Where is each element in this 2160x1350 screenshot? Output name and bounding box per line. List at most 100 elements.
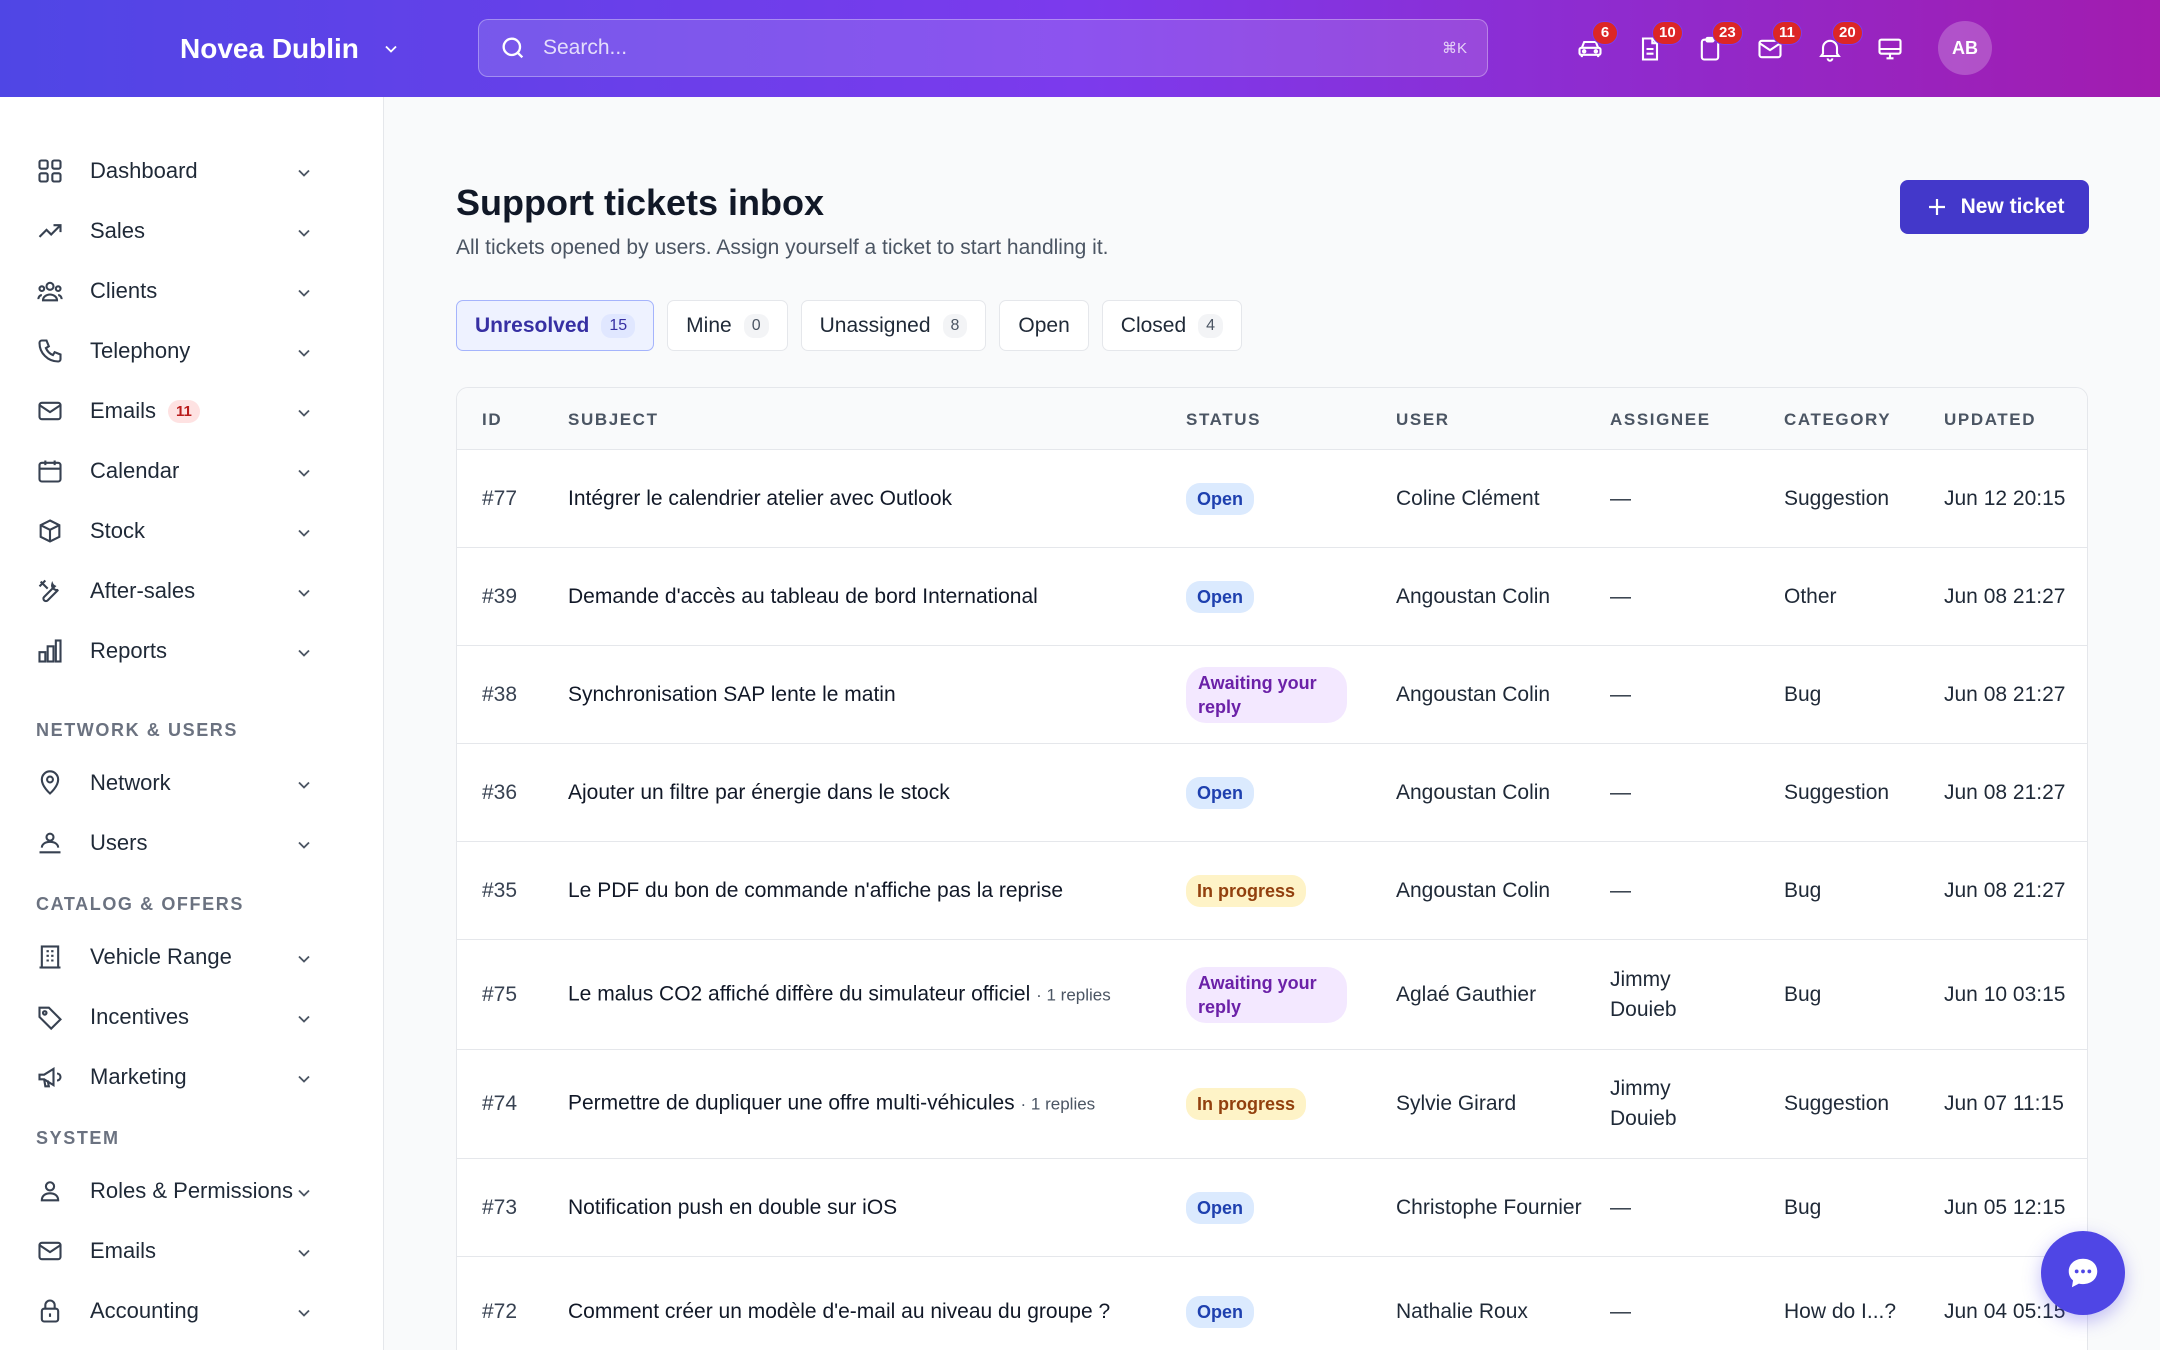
user-name[interactable]: Coline Clément [1396,484,1540,514]
workspace-switcher[interactable]: Novea Dublin [180,0,401,97]
sidebar-item-users[interactable]: Users [36,818,350,868]
column-header-status[interactable]: STATUS [1186,410,1261,430]
sidebar-item-after-sales[interactable]: After-sales [36,566,350,616]
updated-time: Jun 07 11:15 [1944,1092,2064,1115]
sidebar-item-marketing[interactable]: Marketing [36,1052,350,1102]
tab-open[interactable]: Open [999,300,1089,351]
ticket-subject-link[interactable]: Le PDF du bon de commande n'affiche pas … [568,879,1063,902]
ticket-subject-link[interactable]: Le malus CO2 affiché diffère du simulate… [568,982,1030,1005]
new-ticket-button[interactable]: New ticket [1900,180,2089,234]
column-header-updated[interactable]: UPDATED [1944,410,2036,430]
category-label: Suggestion [1784,1092,1890,1115]
status-badge: Open [1186,482,1255,515]
sidebar-item-label: Stock [90,518,146,543]
ticket-subject-link[interactable]: Demande d'accès au tableau de bord Inter… [568,585,1038,608]
ticket-subject-link[interactable]: Ajouter un filtre par énergie dans le st… [568,781,950,804]
chevron-down-icon [294,163,314,183]
assignee-name[interactable]: Jimmy Douieb [1610,1074,1720,1134]
search-bar[interactable]: ⌘K [478,19,1488,77]
table-row[interactable]: #35 Le PDF du bon de commande n'affiche p… [457,842,2087,940]
ticket-id: #39 [482,548,562,645]
ticket-subject-link[interactable]: Comment créer un modèle d'e-mail au nive… [568,1300,1110,1323]
column-header-assignee[interactable]: ASSIGNEE [1610,410,1711,430]
tab-label: Mine [686,313,732,337]
updated-time: Jun 08 21:27 [1944,584,2066,608]
wrench-icon [36,577,76,605]
ticket-category: Suggestion [1784,1050,1904,1158]
table-row[interactable]: #77 Intégrer le calendrier atelier avec O… [457,450,2087,548]
table-row[interactable]: #75 Le malus CO2 affiché diffère du simul… [457,940,2087,1050]
messages-button[interactable]: 11 [1740,19,1802,79]
ticket-id: #38 [482,646,562,743]
user-name[interactable]: Angoustan Colin [1396,680,1550,710]
tag-icon [36,1003,76,1031]
column-header-subject[interactable]: SUBJECT [568,410,659,430]
sidebar-item-system-emails[interactable]: Emails [36,1226,350,1276]
chat-button[interactable] [2041,1231,2125,1315]
column-header-id[interactable]: ID [482,410,502,430]
user-name[interactable]: Angoustan Colin [1396,778,1550,808]
assignee-name[interactable]: — [1610,484,1631,514]
sidebar-item-network[interactable]: Network [36,758,350,808]
sidebar-item-vehicle-range[interactable]: Vehicle Range [36,932,350,982]
sidebar-item-calendar[interactable]: Calendar [36,446,350,496]
documents-button[interactable]: 10 [1620,19,1683,79]
sidebar-item-sales[interactable]: Sales [36,206,350,256]
sidebar-item-accounting[interactable]: Accounting [36,1286,350,1336]
notifications-button[interactable]: 20 [1800,19,1863,79]
assignee-name[interactable]: — [1610,778,1631,808]
user-name[interactable]: Aglaé Gauthier [1396,980,1536,1010]
user-name[interactable]: Angoustan Colin [1396,876,1550,906]
ticket-subject-link[interactable]: Permettre de dupliquer une offre multi-v… [568,1092,1015,1115]
sidebar-item-stock[interactable]: Stock [36,506,350,556]
tab-unassigned[interactable]: Unassigned 8 [800,300,987,351]
sidebar-item-telephony[interactable]: Telephony [36,326,350,376]
sidebar-item-dashboard[interactable]: Dashboard [36,146,350,196]
assignee-name[interactable]: — [1610,876,1631,906]
ticket-id-text: #75 [482,982,518,1006]
table-row[interactable]: #36 Ajouter un filtre par énergie dans le… [457,744,2087,842]
section-title-catalog: CATALOG & OFFERS [36,894,244,914]
ticket-assignee: — [1610,1257,1720,1350]
display-button[interactable] [1860,19,1920,79]
assignee-name[interactable]: Jimmy Douieb [1610,965,1720,1025]
table-row[interactable]: #39 Demande d'accès au tableau de bord In… [457,548,2087,646]
sidebar-item-clients[interactable]: Clients [36,266,350,316]
column-header-user[interactable]: USER [1396,410,1450,430]
sidebar-item-roles-permissions[interactable]: Roles & Permissions [36,1166,350,1216]
plus-icon [1925,195,1949,219]
tasks-button[interactable]: 23 [1680,19,1743,79]
tab-mine[interactable]: Mine 0 [667,300,788,351]
ticket-subject-link[interactable]: Notification push en double sur iOS [568,1196,897,1219]
avatar[interactable]: AB [1938,21,1992,75]
assignee-name[interactable]: — [1610,1193,1631,1223]
ticket-assignee: — [1610,450,1720,547]
table-row[interactable]: #38 Synchronisation SAP lente le matin Awa… [457,646,2087,744]
assignee-name[interactable]: — [1610,680,1631,710]
table-row[interactable]: #72 Comment créer un modèle d'e-mail au n… [457,1257,2087,1350]
user-name[interactable]: Sylvie Girard [1396,1089,1516,1119]
user-name[interactable]: Nathalie Roux [1396,1297,1528,1327]
search-input[interactable] [543,36,1442,60]
chevron-down-icon [294,775,314,795]
assignee-name[interactable]: — [1610,1297,1631,1327]
chevron-down-icon [294,949,314,969]
user-name[interactable]: Christophe Fournier [1396,1193,1582,1223]
ticket-subject-link[interactable]: Intégrer le calendrier atelier avec Outl… [568,487,952,510]
ticket-category: How do I...? [1784,1257,1904,1350]
sidebar-item-reports[interactable]: Reports [36,626,350,676]
sidebar-item-incentives[interactable]: Incentives [36,992,350,1042]
table-row[interactable]: #74 Permettre de dupliquer une offre mult… [457,1050,2087,1159]
vehicles-button[interactable]: 6 [1560,19,1620,79]
tab-closed[interactable]: Closed 4 [1101,300,1243,351]
ticket-category: Suggestion [1784,450,1904,547]
column-header-category[interactable]: CATEGORY [1784,410,1891,430]
assignee-name[interactable]: — [1610,582,1631,612]
table-row[interactable]: #73 Notification push en double sur iOS Op… [457,1159,2087,1257]
chevron-down-icon [294,283,314,303]
sidebar-item-emails[interactable]: Emails 11 [36,386,350,436]
ticket-subject-link[interactable]: Synchronisation SAP lente le matin [568,683,896,706]
tab-label: Unresolved [475,313,590,337]
tab-unresolved[interactable]: Unresolved 15 [456,300,655,351]
user-name[interactable]: Angoustan Colin [1396,582,1550,612]
